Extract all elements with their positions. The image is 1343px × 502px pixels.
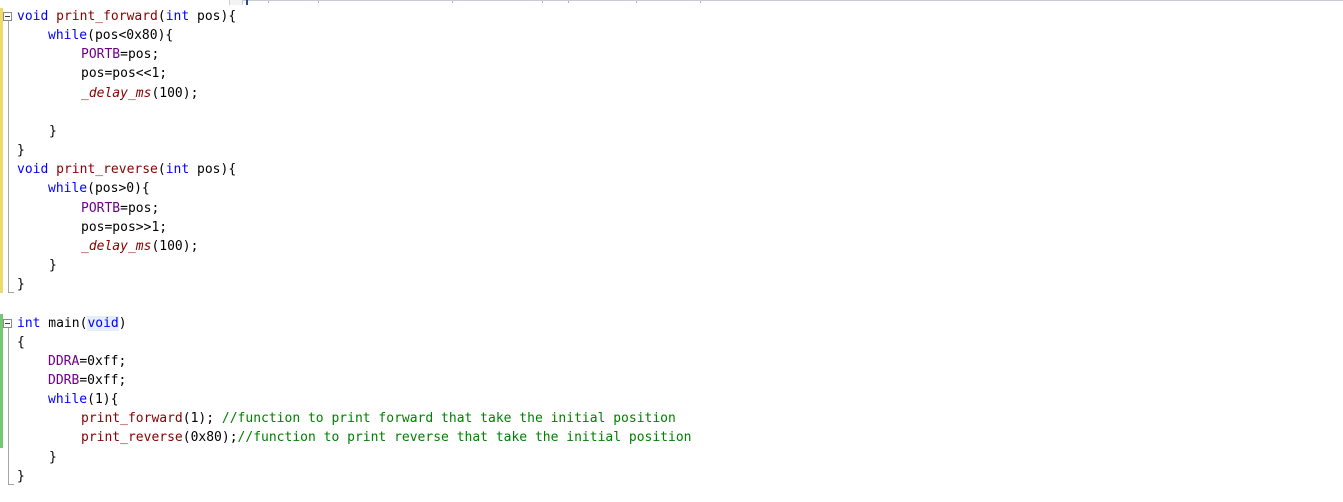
- code-token: (: [157, 9, 166, 24]
- code-token: =0xff;: [79, 373, 127, 388]
- code-token: {: [17, 335, 25, 350]
- macro: DDRB: [48, 373, 80, 388]
- code-token: main(: [40, 316, 88, 331]
- code-token: }: [49, 258, 57, 273]
- code-token: =0xff;: [79, 354, 127, 369]
- code-line[interactable]: _delay_ms(100);: [81, 237, 198, 256]
- code-token: (pos<0x80){: [87, 28, 174, 43]
- macro: PORTB: [81, 47, 121, 62]
- code-line[interactable]: }: [49, 122, 57, 141]
- code-token: }: [49, 124, 57, 139]
- change-bar-saved: [0, 314, 3, 448]
- navigation-bar-edge: [0, 0, 1343, 5]
- code-line[interactable]: PORTB=pos;: [81, 199, 159, 218]
- member-dropdown-button[interactable]: [229, 0, 243, 5]
- code-line[interactable]: }: [49, 256, 57, 275]
- code-line[interactable]: while(1){: [48, 390, 118, 409]
- comment: //function to print forward that take th…: [221, 411, 676, 426]
- function-name: print_reverse: [81, 430, 183, 445]
- code-token: }: [17, 469, 25, 484]
- collapse-minus-icon[interactable]: [3, 12, 12, 21]
- keyword: void: [17, 9, 49, 24]
- code-line[interactable]: print_reverse(0x80);//function to print …: [81, 428, 692, 447]
- keyword: int: [165, 162, 190, 177]
- code-editor[interactable]: void print_forward(int pos){ while(pos<0…: [0, 0, 1343, 502]
- code-token: =pos;: [120, 201, 160, 216]
- keyword: while: [48, 181, 88, 196]
- code-line[interactable]: }: [49, 448, 57, 467]
- outline-guide: [8, 328, 9, 484]
- code-line[interactable]: void print_forward(int pos){: [17, 7, 236, 26]
- keyword: while: [48, 28, 88, 43]
- outline-guide-end: [8, 292, 14, 293]
- code-line[interactable]: print_forward(1); //function to print fo…: [81, 409, 676, 428]
- code-line[interactable]: while(pos>0){: [48, 179, 150, 198]
- function-name: print_forward: [81, 411, 183, 426]
- code-line[interactable]: DDRB=0xff;: [48, 371, 126, 390]
- comment: //function to print reverse that take th…: [237, 430, 692, 445]
- function-name: _delay_ms: [81, 239, 152, 254]
- function-name: print_reverse: [56, 162, 158, 177]
- code-token: }: [17, 143, 25, 158]
- code-token: (pos>0){: [87, 181, 150, 196]
- keyword: void: [87, 316, 119, 331]
- code-line[interactable]: pos=pos>>1;: [81, 218, 167, 237]
- code-line[interactable]: pos=pos<<1;: [81, 64, 167, 83]
- keyword: int: [17, 316, 41, 331]
- toolbar-border: [240, 0, 1343, 1]
- code-line[interactable]: }: [17, 275, 25, 294]
- code-token: }: [49, 450, 57, 465]
- code-token: (100);: [151, 239, 199, 254]
- code-line[interactable]: {: [17, 333, 25, 352]
- code-token: pos=pos<<1;: [81, 66, 168, 81]
- keyword: while: [48, 392, 88, 407]
- code-line[interactable]: PORTB=pos;: [81, 45, 159, 64]
- collapse-minus-icon[interactable]: [3, 319, 12, 328]
- code-token: (1);: [182, 411, 222, 426]
- code-token: (100);: [151, 86, 199, 101]
- code-token: }: [17, 277, 25, 292]
- code-token: pos=pos>>1;: [81, 220, 168, 235]
- code-token: (: [157, 162, 166, 177]
- outline-guide: [8, 21, 9, 292]
- code-line[interactable]: _delay_ms(100);: [81, 84, 198, 103]
- code-line[interactable]: while(pos<0x80){: [48, 26, 173, 45]
- code-token: pos){: [189, 9, 237, 24]
- code-line[interactable]: DDRA=0xff;: [48, 352, 126, 371]
- macro: PORTB: [81, 201, 121, 216]
- outline-guide-end: [8, 484, 14, 485]
- code-token: pos){: [189, 162, 237, 177]
- code-line[interactable]: }: [17, 141, 25, 160]
- keyword: void: [17, 162, 49, 177]
- code-token: (1){: [87, 392, 119, 407]
- code-token: (0x80);: [182, 430, 238, 445]
- code-token: =pos;: [120, 47, 160, 62]
- code-line[interactable]: void print_reverse(int pos){: [17, 160, 236, 179]
- macro: DDRA: [48, 354, 80, 369]
- change-bar-unsaved: [0, 8, 3, 293]
- function-name: print_forward: [56, 9, 158, 24]
- code-line[interactable]: }: [17, 467, 25, 486]
- function-name: _delay_ms: [81, 86, 152, 101]
- split-divider[interactable]: [246, 0, 248, 5]
- keyword: int: [165, 9, 190, 24]
- code-line[interactable]: int main(void): [17, 314, 127, 333]
- code-token: ): [118, 316, 127, 331]
